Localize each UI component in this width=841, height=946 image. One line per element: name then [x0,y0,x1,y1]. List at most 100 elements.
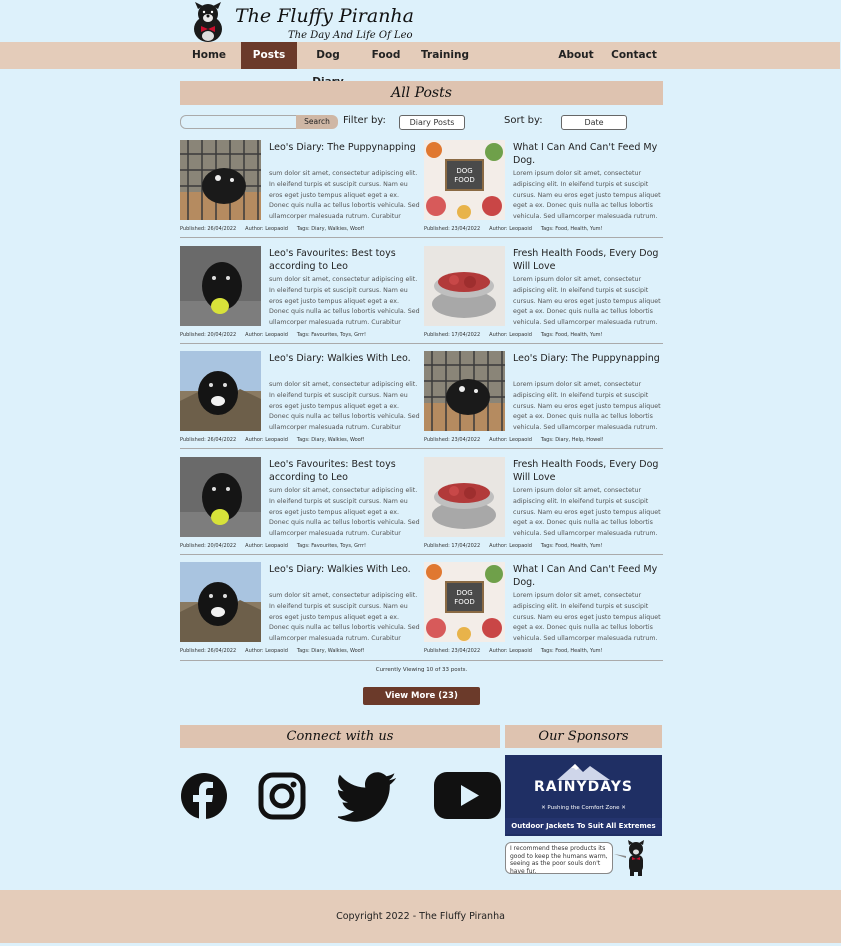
post-author[interactable]: Author: Leopaoid [489,226,532,232]
post-date: Published: 23/04/2022 [424,437,481,443]
sponsors-heading: Our Sponsors [505,725,662,748]
post-thumbnail[interactable] [180,351,261,431]
post-meta: Published: 23/04/2022 Author: Leopaoid Tag… [424,226,664,232]
post-thumbnail[interactable] [180,140,261,220]
sponsor-tagline: Outdoor Jackets To Suit All Extremes [505,818,662,834]
post-card[interactable]: Leo's Diary: Walkies With Leo. sum dolor … [180,562,420,662]
post-card[interactable]: Leo's Diary: The Puppynapping sum dolor s… [180,140,420,240]
post-tags[interactable]: Tags: Food, Health, Yum! [541,543,603,549]
site-tagline: The Day And Life Of Leo [288,30,413,41]
post-tags[interactable]: Tags: Food, Health, Yum! [541,226,603,232]
post-card[interactable]: Leo's Favourites: Best toys according to… [180,457,420,557]
post-title[interactable]: What I Can And Can't Feed My Dog. [513,563,663,589]
post-title[interactable]: Leo's Diary: Walkies With Leo. [269,563,419,576]
post-author[interactable]: Author: Leopaoid [489,332,532,338]
post-thumbnail[interactable] [424,246,505,326]
post-tags[interactable]: Tags: Diary, Walkies, Woof! [297,437,365,443]
row-divider [180,343,663,344]
post-author[interactable]: Author: Leopaoid [489,648,532,654]
post-meta: Published: 26/04/2022 Author: Leopaoid Tag… [180,226,420,232]
post-excerpt: sum dolor sit amet, consectetur adipisci… [269,487,420,538]
post-author[interactable]: Author: Leopaoid [489,437,532,443]
post-title[interactable]: What I Can And Can't Feed My Dog. [513,141,663,167]
post-title[interactable]: Leo's Diary: The Puppynapping [513,352,663,365]
nav-dog-diary[interactable]: Dog Diary [302,42,354,88]
viewing-status: Currently Viewing 10 of 33 posts. [375,667,468,673]
post-author[interactable]: Author: Leopaoid [245,543,288,549]
view-more-button[interactable]: View More (23) [363,687,480,705]
post-thumbnail[interactable] [424,351,505,431]
post-thumbnail[interactable]: DOG FOOD [424,140,505,220]
post-meta: Published: 20/04/2022 Author: Leopaoid Tag… [180,332,420,338]
post-excerpt: sum dolor sit amet, consectetur adipisci… [269,592,420,643]
post-title[interactable]: Fresh Health Foods, Every Dog Will Love [513,247,663,273]
post-thumbnail[interactable] [180,562,261,642]
post-tags[interactable]: Tags: Diary, Walkies, Woof! [297,648,365,654]
post-excerpt: Lorem ipsum dolor sit amet, consectetur … [513,592,661,643]
post-tags[interactable]: Tags: Food, Health, Yum! [541,332,603,338]
post-card[interactable]: DOG FOOD What I Can And Can't Feed My Dog.… [424,140,664,240]
post-meta: Published: 23/04/2022 Author: Leopaoid Tag… [424,648,664,654]
post-author[interactable]: Author: Leopaoid [245,226,288,232]
nav-contact[interactable]: Contact [610,42,658,69]
sort-label: Sort by: [504,115,543,126]
post-excerpt: sum dolor sit amet, consectetur adipisci… [269,170,420,221]
post-author[interactable]: Author: Leopaoid [245,437,288,443]
post-author[interactable]: Author: Leopaoid [245,648,288,654]
post-date: Published: 26/04/2022 [180,648,237,654]
nav-about[interactable]: About [558,42,594,69]
speech-bubble: I recommend these products its good to k… [505,842,613,875]
nav-food[interactable]: Food [368,42,404,69]
sponsor-brand: RAINYDAYS [533,779,633,795]
row-divider [180,448,663,449]
post-tags[interactable]: Tags: Diary, Help, Howel! [541,437,604,443]
dog-logo-icon[interactable] [190,1,226,43]
post-card[interactable]: Fresh Health Foods, Every Dog Will Love L… [424,246,664,346]
post-meta: Published: 26/04/2022 Author: Leopaoid Tag… [180,648,420,654]
youtube-icon[interactable] [434,772,501,820]
post-title[interactable]: Leo's Diary: The Puppynapping [269,141,419,154]
post-meta: Published: 17/04/2022 Author: Leopaoid Tag… [424,332,664,338]
nav-home[interactable]: Home [189,42,229,69]
post-excerpt: Lorem ipsum dolor sit amet, consectetur … [513,276,661,327]
post-excerpt: sum dolor sit amet, consectetur adipisci… [269,276,420,327]
post-tags[interactable]: Tags: Diary, Walkies, Woof! [297,226,365,232]
nav-training[interactable]: Training [420,42,470,69]
post-card[interactable]: Fresh Health Foods, Every Dog Will Love L… [424,457,664,557]
row-divider [180,554,663,555]
post-card[interactable]: Leo's Diary: The Puppynapping Lorem ipsum… [424,351,664,451]
post-tags[interactable]: Tags: Food, Health, Yum! [541,648,603,654]
post-card[interactable]: Leo's Diary: Walkies With Leo. sum dolor … [180,351,420,451]
sort-select[interactable]: Date [561,115,627,130]
post-title[interactable]: Fresh Health Foods, Every Dog Will Love [513,458,663,484]
filter-select[interactable]: Diary Posts [399,115,465,130]
post-date: Published: 23/04/2022 [424,648,481,654]
post-tags[interactable]: Tags: Favourites, Toys, Grrr! [297,332,366,338]
post-thumbnail[interactable]: DOG FOOD [424,562,505,642]
row-divider [180,237,663,238]
post-title[interactable]: Leo's Favourites: Best toys according to… [269,247,419,273]
post-meta: Published: 20/04/2022 Author: Leopaoid Tag… [180,543,420,549]
post-thumbnail[interactable] [424,457,505,537]
instagram-icon[interactable] [258,772,306,820]
post-thumbnail[interactable] [180,246,261,326]
main-nav: Home Posts Dog Diary Food Training About… [0,42,840,88]
post-card[interactable]: DOG FOOD What I Can And Can't Feed My Dog.… [424,562,664,662]
post-date: Published: 23/04/2022 [424,226,481,232]
post-thumbnail[interactable] [180,457,261,537]
post-excerpt: Lorem ipsum dolor sit amet, consectetur … [513,170,661,221]
post-author[interactable]: Author: Leopaoid [245,332,288,338]
post-author[interactable]: Author: Leopaoid [489,543,532,549]
sponsor-banner[interactable]: RAINYDAYS ✕ Pushing the Comfort Zone ✕ O… [505,755,662,836]
post-card[interactable]: Leo's Favourites: Best toys according to… [180,246,420,346]
site-title[interactable]: The Fluffy Piranha [235,5,414,27]
post-title[interactable]: Leo's Favourites: Best toys according to… [269,458,419,484]
nav-posts[interactable]: Posts [241,42,297,69]
search-button[interactable]: Search [296,115,338,129]
post-title[interactable]: Leo's Diary: Walkies With Leo. [269,352,419,365]
post-tags[interactable]: Tags: Favourites, Toys, Grrr! [297,543,366,549]
twitter-icon[interactable] [338,772,398,822]
search-input[interactable] [180,115,300,129]
facebook-icon[interactable] [180,772,228,820]
svg-text:DOGFOOD: DOG FOOD [454,589,474,606]
